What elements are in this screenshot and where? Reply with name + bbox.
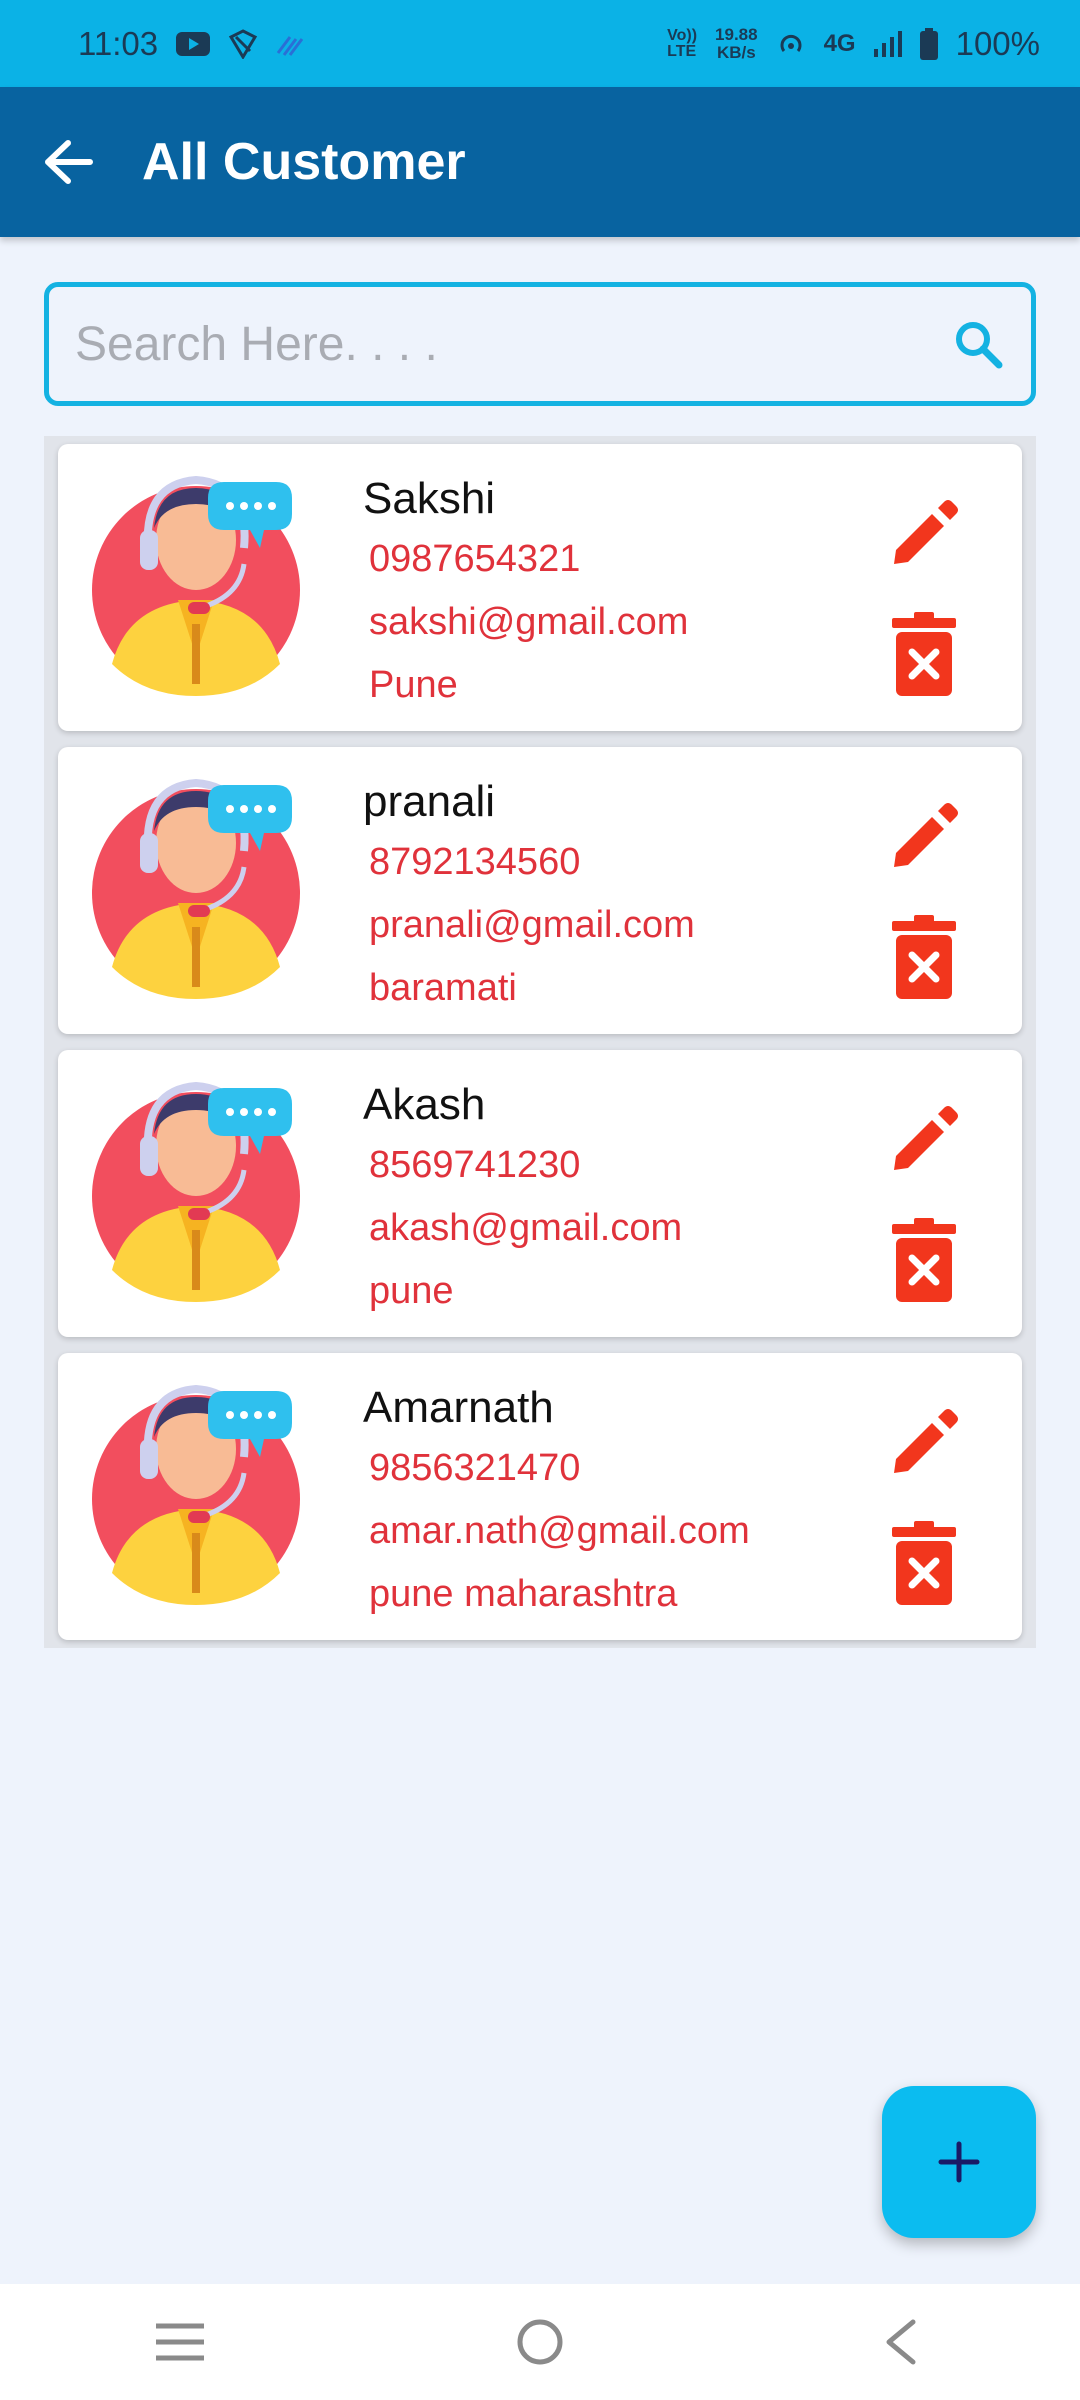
edit-icon[interactable]	[888, 496, 960, 568]
delete-icon[interactable]	[892, 1521, 956, 1605]
edit-icon[interactable]	[888, 799, 960, 871]
customer-email: akash@gmail.com	[369, 1207, 683, 1249]
hotspot-icon	[776, 29, 806, 59]
edit-icon[interactable]	[888, 1405, 960, 1477]
delete-icon[interactable]	[892, 915, 956, 999]
shield-app-icon	[228, 28, 258, 59]
customer-card[interactable]: Akash 8569741230 akash@gmail.com pune	[58, 1050, 1022, 1337]
customer-city: pune maharashtra	[369, 1573, 678, 1615]
customer-list: Sakshi 0987654321 sakshi@gmail.com Pune	[44, 436, 1036, 1648]
search-box	[44, 282, 1036, 406]
net-speed: 19.88 KB/s	[715, 24, 758, 62]
signal-bars-icon	[873, 30, 902, 57]
signal-wave-icon	[276, 31, 306, 57]
volte-badge: Vo)) LTE	[667, 26, 698, 60]
list-item: pranali 8792134560 pranali@gmail.com bar…	[44, 739, 1036, 1042]
list-item: Sakshi 0987654321 sakshi@gmail.com Pune	[44, 436, 1036, 739]
delete-icon[interactable]	[892, 1218, 956, 1302]
customer-city: Pune	[369, 664, 458, 706]
edit-icon[interactable]	[888, 1102, 960, 1174]
customer-city: pune	[369, 1270, 454, 1312]
home-icon[interactable]	[500, 2302, 580, 2382]
app-bar: All Customer	[0, 87, 1080, 237]
avatar	[88, 777, 304, 1001]
customer-email: pranali@gmail.com	[369, 904, 695, 946]
customer-email: sakshi@gmail.com	[369, 601, 689, 643]
youtube-icon	[176, 31, 211, 56]
customer-email: amar.nath@gmail.com	[369, 1510, 750, 1552]
status-bar: 11:03 Vo)) LTE 19.88 KB/s 4G 100%	[0, 0, 1080, 87]
search-icon[interactable]	[951, 317, 1005, 371]
customer-phone: 0987654321	[369, 538, 581, 580]
customer-card[interactable]: Amarnath 9856321470 amar.nath@gmail.com …	[58, 1353, 1022, 1640]
status-time: 11:03	[78, 24, 159, 62]
customer-card[interactable]: pranali 8792134560 pranali@gmail.com bar…	[58, 747, 1022, 1034]
search-input[interactable]	[75, 316, 951, 372]
customer-info: Akash 8569741230 akash@gmail.com pune	[363, 1080, 682, 1333]
network-type: 4G	[823, 29, 856, 57]
back-arrow-icon[interactable]	[44, 139, 94, 185]
avatar	[88, 474, 304, 698]
system-nav-bar	[0, 2284, 1080, 2400]
customer-city: baramati	[369, 967, 517, 1009]
recent-apps-icon[interactable]	[140, 2302, 220, 2382]
net-speed-unit: KB/s	[716, 42, 756, 62]
battery-icon	[919, 27, 938, 60]
customer-name: Sakshi	[363, 474, 496, 523]
page-title: All Customer	[142, 133, 466, 191]
volte-bottom: LTE	[667, 42, 697, 60]
plus-icon	[937, 2140, 981, 2184]
delete-icon[interactable]	[892, 612, 956, 696]
list-item: Akash 8569741230 akash@gmail.com pune	[44, 1042, 1036, 1345]
customer-phone: 9856321470	[369, 1447, 581, 1489]
nav-back-icon[interactable]	[860, 2302, 940, 2382]
list-item: Amarnath 9856321470 amar.nath@gmail.com …	[44, 1345, 1036, 1648]
customer-name: Akash	[363, 1080, 486, 1129]
net-speed-value: 19.88	[715, 24, 758, 44]
customer-name: Amarnath	[363, 1383, 554, 1432]
customer-info: Amarnath 9856321470 amar.nath@gmail.com …	[363, 1383, 750, 1636]
avatar	[88, 1080, 304, 1304]
volte-top: Vo))	[667, 26, 698, 44]
add-customer-button[interactable]	[882, 2086, 1036, 2238]
customer-phone: 8792134560	[369, 841, 581, 883]
battery-level: 100%	[955, 24, 1040, 62]
customer-info: Sakshi 0987654321 sakshi@gmail.com Pune	[363, 474, 688, 727]
customer-card[interactable]: Sakshi 0987654321 sakshi@gmail.com Pune	[58, 444, 1022, 731]
customer-info: pranali 8792134560 pranali@gmail.com bar…	[363, 777, 695, 1030]
customer-name: pranali	[363, 777, 496, 826]
status-right: Vo)) LTE 19.88 KB/s 4G 100%	[667, 25, 1040, 63]
status-left: 11:03	[78, 25, 306, 63]
customer-phone: 8569741230	[369, 1144, 581, 1186]
avatar	[88, 1383, 304, 1607]
